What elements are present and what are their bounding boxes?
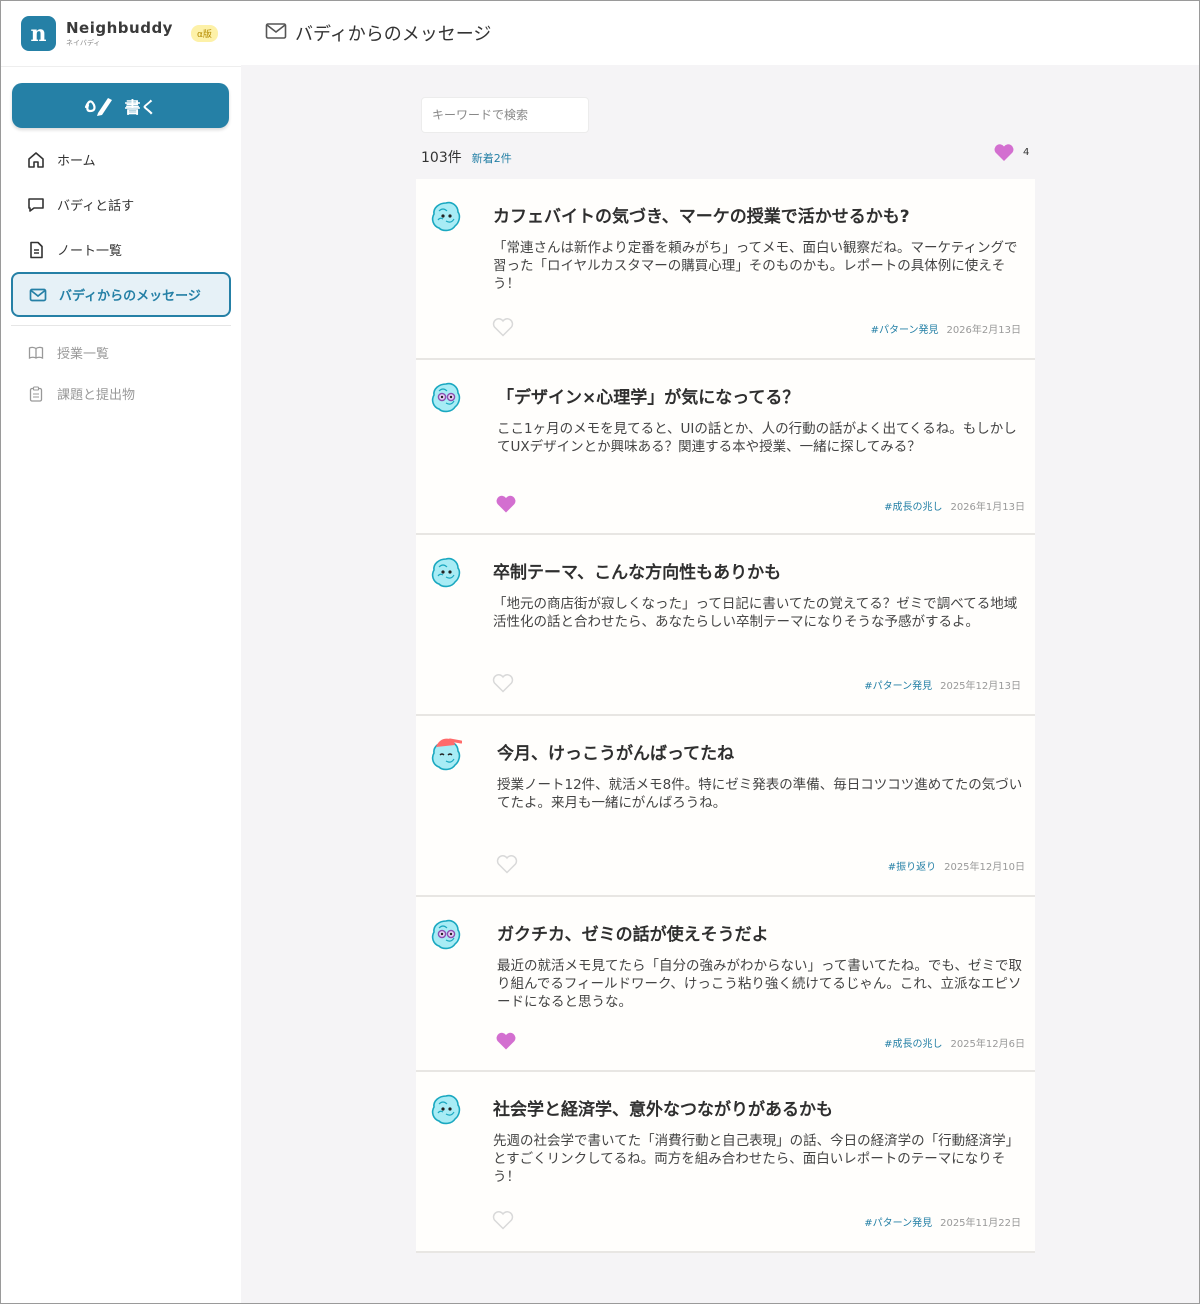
nav-label-classes: 授業一覧	[57, 347, 110, 362]
message-date: 2025年12月6日	[950, 1039, 1025, 1050]
sidebar: n Neighbuddy ネイバディ α版 書く ホーム バディと話す ノート一…	[1, 1, 241, 1303]
nav-label-assignments: 課題と提出物	[57, 388, 136, 403]
message-meta: #成長の兆し 2025年12月6日	[884, 1035, 1025, 1050]
message-title: 卒制テーマ、こんな方向性もありかも	[493, 563, 782, 583]
message-date: 2025年11月22日	[940, 1218, 1021, 1229]
message-body: 最近の就活メモ見てたら「自分の強みがわからない」って書いてたね。でも、ゼミで取り…	[497, 958, 1023, 1010]
document-icon	[27, 241, 45, 259]
message-card[interactable]: カフェバイトの気づき、マーケの授業で活かせるかも? 「常連さんは新作より定番を頼…	[416, 179, 1035, 360]
nav-label-notes: ノート一覧	[57, 244, 123, 259]
buddy-avatar-cap-icon	[431, 738, 462, 771]
message-card[interactable]: 今月、けっこうがんばってたね 授業ノート12件、就活メモ8件。特にゼミ発表の準備…	[416, 716, 1035, 897]
search-input[interactable]	[421, 97, 589, 133]
heart-outline-icon[interactable]	[496, 854, 518, 874]
pen-icon	[85, 97, 113, 116]
message-meta: #振り返り 2025年12月10日	[888, 858, 1025, 873]
message-meta: #成長の兆し 2026年1月13日	[884, 498, 1025, 513]
message-tag[interactable]: #成長の兆し	[884, 1035, 942, 1050]
message-tag[interactable]: #振り返り	[888, 858, 936, 873]
liked-count: 4	[1023, 147, 1030, 158]
alpha-badge: α版	[190, 25, 218, 42]
message-title: 今月、けっこうがんばってたね	[497, 744, 735, 764]
main-nav: ホーム バディと話す ノート一覧 バディからのメッセージ 授業一覧 課題と提出物	[1, 137, 241, 414]
message-card[interactable]: ガクチカ、ゼミの話が使えそうだよ 最近の就活メモ見てたら「自分の強みがわからない…	[416, 897, 1035, 1072]
nav-item-buddy-chat[interactable]: バディと話す	[1, 182, 241, 227]
brand[interactable]: n Neighbuddy ネイバディ α版	[1, 1, 241, 67]
message-body: 先週の社会学で書いてた「消費行動と自己表現」の話、今日の経済学の「行動経済学」と…	[493, 1133, 1020, 1185]
mail-icon	[265, 22, 287, 44]
brand-subtitle: ネイバディ	[66, 39, 101, 47]
result-summary: 103件 新着2件	[421, 147, 512, 167]
message-date: 2025年12月13日	[940, 681, 1021, 692]
heart-icon	[994, 144, 1014, 161]
nav-item-home[interactable]: ホーム	[1, 137, 241, 182]
heart-outline-icon[interactable]	[492, 673, 514, 693]
message-tag[interactable]: #パターン発見	[864, 677, 932, 692]
new-count-link[interactable]: 新着2件	[472, 150, 512, 166]
buddy-avatar-icon	[431, 1094, 461, 1125]
buddy-avatar-glasses-icon	[431, 919, 461, 950]
write-button-label: 書く	[124, 97, 157, 117]
mail-icon	[29, 286, 47, 304]
message-body: ここ1ヶ月のメモを見てると、UIの話とか、人の行動の話がよく出てくるね。もしかし…	[497, 421, 1017, 455]
message-tag[interactable]: #成長の兆し	[884, 498, 942, 513]
message-meta: #パターン発見 2025年12月13日	[864, 677, 1021, 692]
message-list: カフェバイトの気づき、マーケの授業で活かせるかも? 「常連さんは新作より定番を頼…	[416, 179, 1035, 1253]
message-card[interactable]: 「デザイン×心理学」が気になってる？ ここ1ヶ月のメモを見てると、UIの話とか、…	[416, 360, 1035, 535]
buddy-avatar-icon	[431, 201, 461, 232]
nav-item-classes[interactable]: 授業一覧	[1, 332, 241, 373]
liked-filter[interactable]: 4	[993, 143, 1029, 162]
message-body: 「地元の商店街が寂しくなった」って日記に書いてたの覚えてる？ゼミで調べてる地域活…	[493, 596, 1018, 630]
nav-label-home: ホーム	[57, 154, 96, 169]
message-body: 授業ノート12件、就活メモ8件。特にゼミ発表の準備、毎日コツコツ進めてたの気づい…	[497, 777, 1023, 811]
heart-filled-icon[interactable]	[495, 1031, 517, 1051]
message-date: 2025年12月10日	[944, 862, 1025, 873]
brand-text: Neighbuddy ネイバディ	[66, 19, 173, 48]
heart-outline-icon[interactable]	[492, 317, 514, 337]
app-logo: n	[21, 16, 56, 51]
nav-label-buddy-messages: バディからのメッセージ	[59, 289, 201, 304]
home-icon	[27, 151, 45, 169]
buddy-avatar-glasses-icon	[431, 382, 461, 413]
message-tag[interactable]: #パターン発見	[864, 1214, 932, 1229]
nav-item-notes[interactable]: ノート一覧	[1, 227, 241, 272]
chat-bubble-icon	[27, 196, 45, 214]
heart-filled-icon[interactable]	[495, 494, 517, 514]
message-meta: #パターン発見 2025年11月22日	[864, 1214, 1021, 1229]
page-header: バディからのメッセージ	[241, 1, 1199, 65]
nav-label-buddy-chat: バディと話す	[57, 199, 135, 214]
nav-divider	[11, 325, 231, 326]
book-icon	[27, 344, 45, 362]
message-date: 2026年1月13日	[950, 502, 1025, 513]
brand-name: Neighbuddy	[66, 19, 173, 37]
write-button[interactable]: 書く	[12, 83, 229, 128]
buddy-avatar-icon	[431, 557, 461, 588]
message-title: カフェバイトの気づき、マーケの授業で活かせるかも?	[493, 207, 910, 227]
message-body: 「常連さんは新作より定番を頼みがち」ってメモ、面白い観察だね。マーケティングで習…	[493, 240, 1018, 292]
message-card[interactable]: 社会学と経済学、意外なつながりがあるかも 先週の社会学で書いてた「消費行動と自己…	[416, 1072, 1035, 1253]
nav-item-buddy-messages[interactable]: バディからのメッセージ	[11, 272, 231, 317]
message-tag[interactable]: #パターン発見	[871, 321, 939, 336]
page-title: バディからのメッセージ	[295, 24, 492, 45]
result-count: 103件	[421, 150, 462, 166]
message-title: ガクチカ、ゼミの話が使えそうだよ	[497, 925, 769, 945]
message-title: 社会学と経済学、意外なつながりがあるかも	[493, 1100, 833, 1120]
clipboard-icon	[27, 385, 45, 403]
message-meta: #パターン発見 2026年2月13日	[871, 321, 1021, 336]
message-title: 「デザイン×心理学」が気になってる？	[497, 388, 800, 408]
nav-item-assignments[interactable]: 課題と提出物	[1, 373, 241, 414]
heart-outline-icon[interactable]	[492, 1210, 514, 1230]
message-card[interactable]: 卒制テーマ、こんな方向性もありかも 「地元の商店街が寂しくなった」って日記に書い…	[416, 535, 1035, 716]
message-date: 2026年2月13日	[946, 325, 1021, 336]
